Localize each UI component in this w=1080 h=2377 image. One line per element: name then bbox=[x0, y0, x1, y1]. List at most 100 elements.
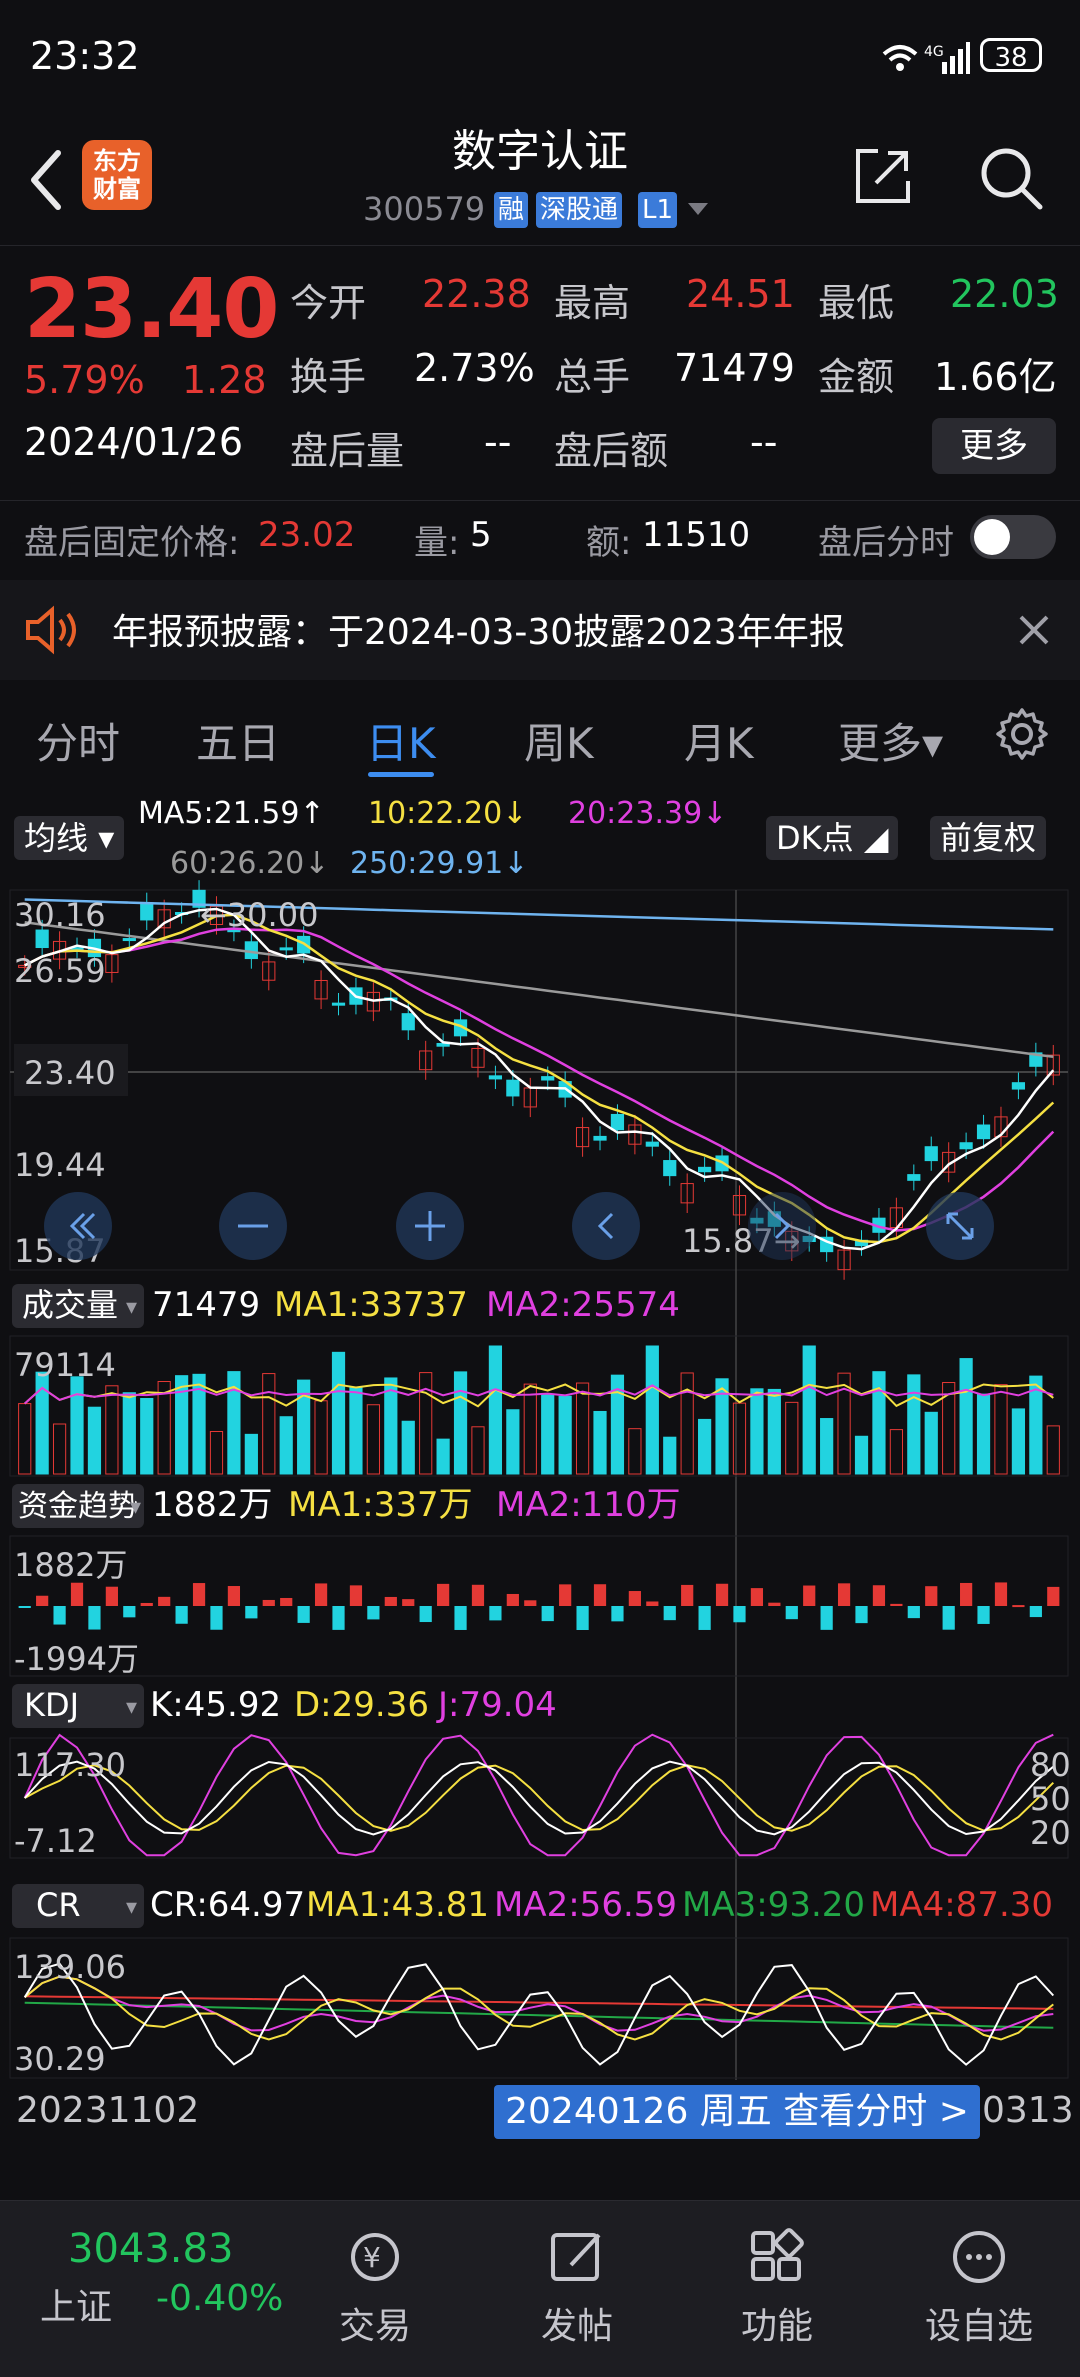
cr-ma2-legend: MA2:56.59 bbox=[494, 1885, 677, 1925]
edit-icon bbox=[551, 2233, 601, 2281]
notice-text: 年报预披露：于2024-03-30披露2023年年报 bbox=[112, 612, 845, 653]
fund-bar bbox=[925, 1586, 938, 1606]
high-value: 24.51 bbox=[686, 272, 795, 316]
nav-trade[interactable]: ¥ 交易 bbox=[290, 2225, 460, 2349]
after-hours-toggle[interactable] bbox=[970, 515, 1056, 559]
volume-bar bbox=[140, 1397, 154, 1475]
volume-bar bbox=[384, 1377, 398, 1475]
after-vol-value: -- bbox=[484, 420, 512, 464]
tag-margin: 融 bbox=[494, 192, 529, 228]
ma10-legend: 10:22.20↓ bbox=[368, 796, 528, 831]
volume-bar bbox=[663, 1436, 677, 1475]
volume-bar bbox=[349, 1387, 363, 1475]
index-value[interactable]: 3043.83 bbox=[68, 2226, 233, 2272]
logo-text: 东方财富 bbox=[93, 147, 141, 203]
fund-value-legend: 1882万 bbox=[152, 1485, 273, 1525]
volume-ma2-legend: MA2:25574 bbox=[486, 1285, 680, 1325]
fund-bar bbox=[123, 1606, 136, 1618]
volume-bar bbox=[314, 1400, 328, 1475]
candle-body bbox=[244, 941, 258, 960]
settings-gear-icon[interactable] bbox=[994, 706, 1050, 762]
scroll-left-button[interactable] bbox=[572, 1192, 640, 1260]
view-intraday-button[interactable]: 20240126 周五 查看分时 > bbox=[494, 2085, 980, 2139]
cr-chip-label: CR bbox=[36, 1886, 81, 1924]
change-percent: 5.79% bbox=[24, 358, 145, 402]
after-amt-value: -- bbox=[750, 420, 778, 464]
tab-monthly-k[interactable]: 月K bbox=[684, 710, 754, 771]
fund-bar bbox=[803, 1585, 816, 1606]
index-name[interactable]: 上证 bbox=[40, 2278, 112, 2330]
fund-bars bbox=[18, 1582, 1060, 1630]
volume-label: 总手 bbox=[554, 355, 631, 399]
adjust-button[interactable]: 前复权 bbox=[930, 816, 1047, 860]
fund-bar bbox=[349, 1585, 363, 1606]
ma250-legend: 250:29.91↓ bbox=[350, 846, 529, 881]
more-button[interactable]: 更多 bbox=[932, 418, 1056, 474]
fund-bar bbox=[18, 1606, 31, 1608]
volume-bar bbox=[1046, 1425, 1060, 1475]
kdj-ref-50: 50 bbox=[1030, 1780, 1071, 1818]
fullscreen-button[interactable] bbox=[926, 1192, 994, 1260]
fund-bar bbox=[384, 1596, 397, 1606]
nav-functions[interactable]: 功能 bbox=[692, 2225, 862, 2349]
fund-bar bbox=[855, 1606, 868, 1624]
candle-body bbox=[698, 1166, 712, 1173]
dk-point-label: DK点 bbox=[776, 819, 854, 857]
tab-five-day[interactable]: 五日 bbox=[196, 710, 280, 771]
ma5-line bbox=[24, 907, 1055, 1251]
scroll-left-fast-button[interactable] bbox=[44, 1192, 112, 1260]
tag-connect: 深股通 bbox=[536, 192, 623, 228]
volume-bar bbox=[488, 1345, 503, 1475]
scroll-right-button[interactable] bbox=[748, 1192, 816, 1260]
fund-bar bbox=[192, 1583, 206, 1606]
fixed-qty-label: 量: bbox=[414, 523, 460, 563]
low-label: 最低 bbox=[818, 281, 895, 325]
ma-select[interactable]: 均线 ▾ bbox=[14, 816, 125, 860]
back-arrow-icon[interactable] bbox=[22, 145, 72, 215]
close-icon[interactable] bbox=[1018, 614, 1050, 646]
kline-axis-2: 26.59 bbox=[14, 952, 106, 990]
candle-body bbox=[279, 947, 293, 951]
fund-axis-bottom: -1994万 bbox=[14, 1640, 139, 1678]
index-change[interactable]: -0.40% bbox=[156, 2278, 283, 2319]
tab-intraday[interactable]: 分时 bbox=[36, 710, 120, 771]
fund-bar bbox=[245, 1606, 258, 1619]
search-icon[interactable] bbox=[978, 145, 1044, 211]
kdj-axis-top: 117.30 bbox=[14, 1746, 126, 1784]
volume-bar bbox=[575, 1382, 590, 1475]
kline-axis-3: 19.44 bbox=[14, 1146, 106, 1184]
start-date: 20231102 bbox=[16, 2090, 200, 2131]
cr-ma4-legend: MA4:87.30 bbox=[870, 1885, 1053, 1925]
fund-bar bbox=[175, 1606, 188, 1624]
tab-daily-k[interactable]: 日K bbox=[366, 710, 436, 771]
cr-ma1-legend: MA1:43.81 bbox=[306, 1885, 489, 1925]
volume-bar bbox=[122, 1392, 136, 1475]
nav-add-watchlist-label: 设自选 bbox=[924, 2306, 1033, 2347]
volume-bar bbox=[872, 1371, 886, 1475]
zoom-out-button[interactable] bbox=[219, 1192, 287, 1260]
dropdown-icon[interactable] bbox=[688, 203, 708, 217]
fund-chip-label: 资金趋势 bbox=[18, 1489, 138, 1524]
cr-axis-top: 139.06 bbox=[14, 1948, 126, 1986]
fund-bar bbox=[1029, 1606, 1042, 1618]
tab-weekly-k[interactable]: 周K bbox=[524, 710, 594, 771]
dk-point-button[interactable]: DK点 ◢ bbox=[766, 816, 899, 860]
tab-more[interactable]: 更多▾ bbox=[838, 710, 943, 771]
cr-ma3-legend: MA3:93.20 bbox=[682, 1885, 865, 1925]
after-hours-toggle-label: 盘后分时 bbox=[818, 523, 954, 563]
kline-charts[interactable]: 30.16 26.59 23.40 19.44 15.87 ←30.00 15.… bbox=[0, 880, 1080, 2090]
nav-post[interactable]: 发帖 bbox=[492, 2225, 662, 2349]
volume-bar bbox=[802, 1345, 816, 1475]
fund-bar bbox=[663, 1606, 676, 1621]
zoom-in-button[interactable] bbox=[396, 1192, 464, 1260]
kdj-chip-label: KDJ bbox=[24, 1686, 79, 1724]
kdj-j-line bbox=[23, 1733, 1054, 1857]
app-logo: 东方财富 bbox=[82, 140, 152, 210]
fund-bar bbox=[559, 1584, 572, 1606]
ma20-legend: 20:23.39↓ bbox=[568, 796, 728, 831]
cr-axis-bottom: 30.29 bbox=[14, 2040, 106, 2078]
share-icon[interactable] bbox=[852, 145, 914, 207]
fund-bar bbox=[227, 1586, 241, 1606]
fund-bar bbox=[419, 1606, 432, 1623]
nav-add-watchlist[interactable]: 设自选 bbox=[894, 2225, 1064, 2349]
